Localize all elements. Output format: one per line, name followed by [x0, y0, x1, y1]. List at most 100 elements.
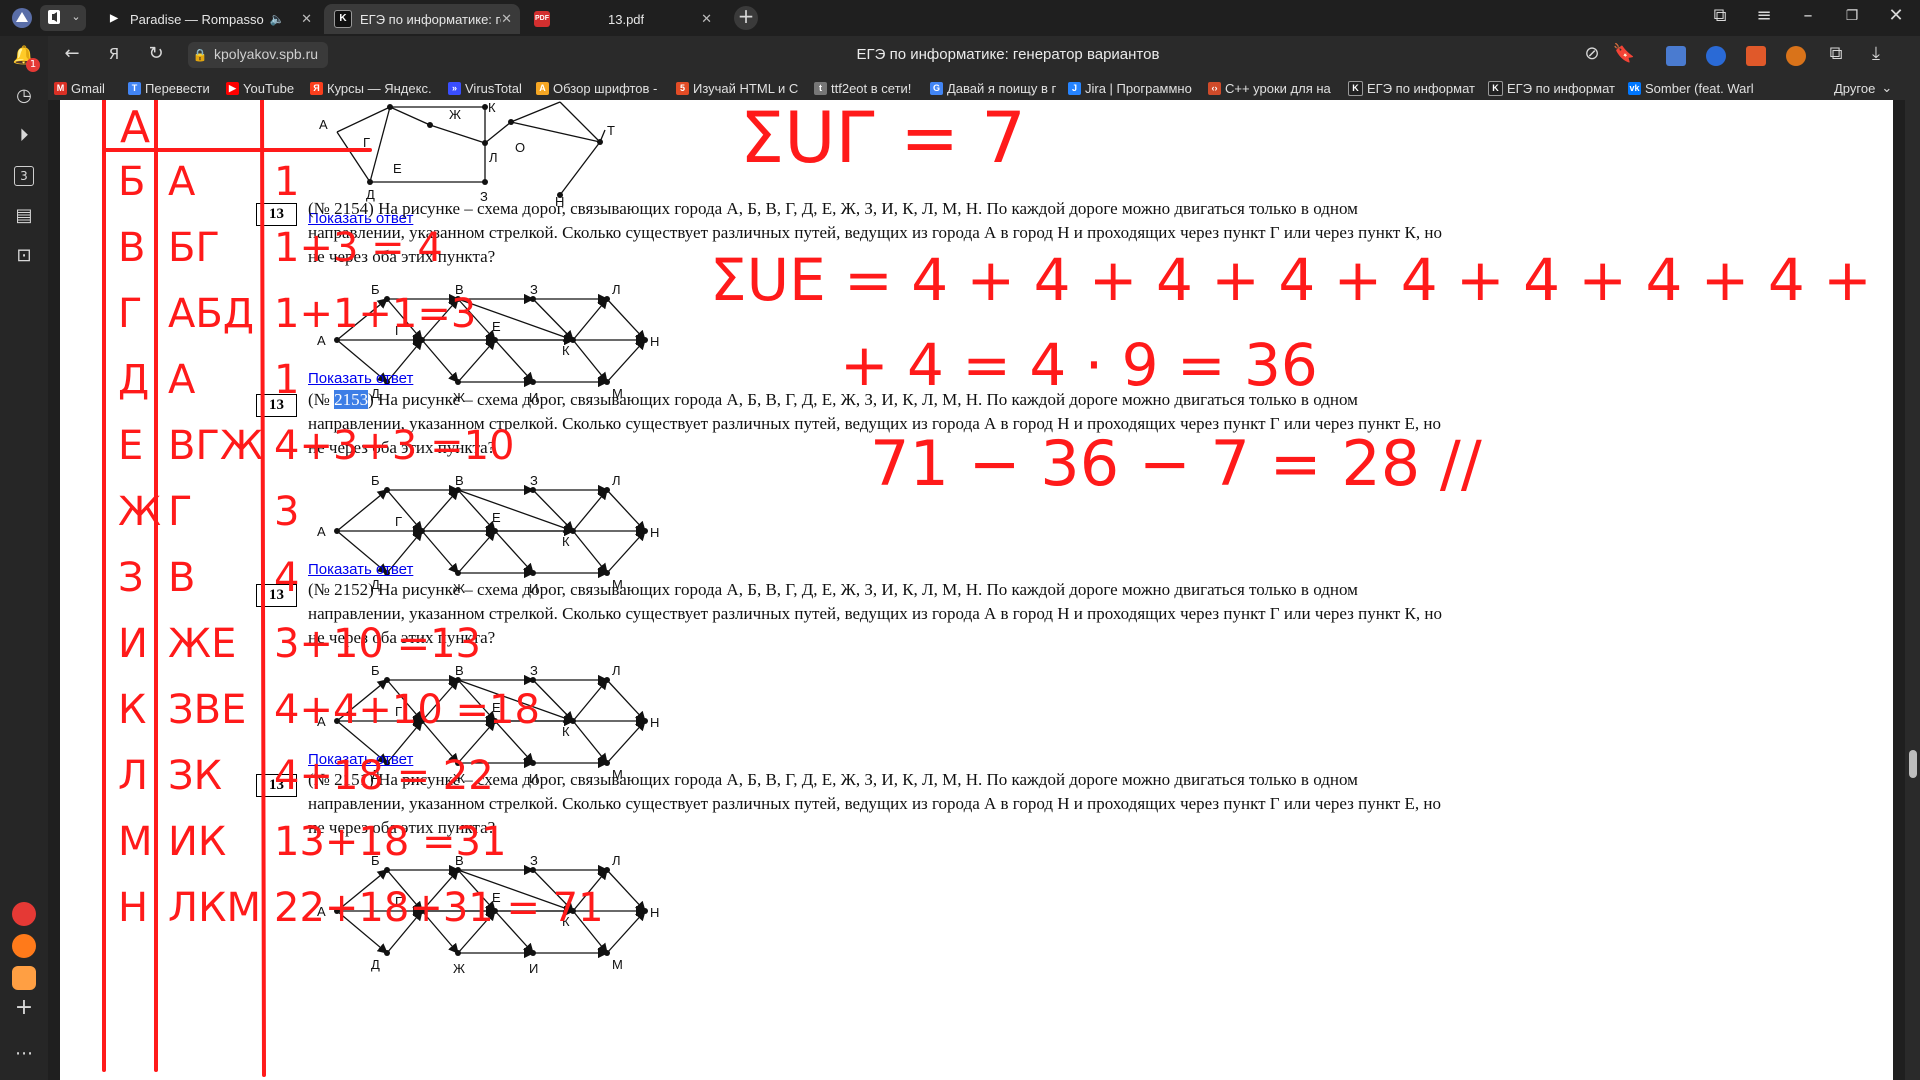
translate-icon[interactable]	[1666, 46, 1686, 66]
counter-icon[interactable]: 3	[14, 166, 34, 186]
ink-note: 71 − 36 − 7 = 28 //	[870, 427, 1482, 500]
screenshot-icon[interactable]: ⊡	[12, 246, 36, 270]
scrollbar[interactable]	[1905, 100, 1920, 1080]
ink-vertex: И	[118, 621, 148, 667]
speaker-icon[interactable]	[42, 7, 66, 31]
media-play-icon[interactable]: ⏵	[12, 126, 36, 150]
tab-audio-group[interactable]: ⌄	[40, 5, 86, 31]
ink-parents: ЗВЕ	[168, 687, 246, 733]
ink-vertex: Е	[118, 423, 143, 469]
back-arrow-icon[interactable]: ←	[60, 44, 84, 68]
ink-vertex: М	[118, 819, 153, 865]
ink-note: ΣUГ = 7	[740, 100, 1026, 179]
bookmark-somber[interactable]: vk Somber (feat. Warl	[1628, 78, 1754, 98]
tab-ege[interactable]: K ЕГЭ по информатике: ге ✕	[324, 4, 520, 34]
ink-parents: А	[168, 357, 196, 403]
history-clock-icon[interactable]: ◷	[12, 86, 36, 110]
k-favicon-icon: K	[1488, 80, 1503, 96]
ink-parents: ИК	[168, 819, 226, 865]
vk-icon: vk	[1628, 81, 1641, 95]
browser-logo-icon[interactable]	[10, 6, 34, 30]
tab-pdf[interactable]: PDF 13.pdf ✕	[524, 4, 720, 34]
window-close-icon[interactable]: ✕	[1884, 6, 1908, 30]
tab-title: ЕГЭ по информатике: ге	[360, 11, 502, 27]
k-favicon-icon: K	[334, 10, 352, 28]
app-icon-1[interactable]	[12, 902, 36, 926]
vk-icon[interactable]	[1706, 46, 1726, 66]
bookmark-html[interactable]: 5 Изучай HTML и С	[676, 78, 798, 98]
translate-icon: T	[128, 81, 141, 95]
yandex-icon[interactable]: Я	[102, 44, 126, 68]
bookmark-translate[interactable]: T Перевести	[128, 78, 210, 98]
tab-title: Paradise — Rompasso	[130, 11, 264, 27]
ink-count: 3+10 =13	[274, 621, 481, 667]
gmail-icon: M	[54, 81, 67, 95]
restore-icon[interactable]: ❐	[1840, 6, 1864, 30]
add-panel-plus-icon[interactable]: +	[12, 997, 36, 1022]
ink-count: 13+18 =31	[274, 819, 506, 865]
menu-hamburger-icon[interactable]: ≡	[1752, 6, 1776, 30]
ink-parents: ЛКМ	[168, 885, 261, 931]
page-content: А Г Е Ж К Л О Т Д З Н Показать ответ 13(…	[60, 100, 1893, 1080]
bookmark-virustotal[interactable]: » VirusTotal	[448, 78, 522, 98]
bookmark-fonts[interactable]: A Обзор шрифтов -	[536, 78, 657, 98]
bookmarks-other[interactable]: Другое ⌄	[1834, 78, 1892, 98]
bookmark-ege-1[interactable]: K ЕГЭ по информат	[1348, 78, 1475, 98]
minimize-icon[interactable]: –	[1796, 6, 1820, 30]
address-bar: ← Я ↻ 🔒 kpolyakov.spb.ru ЕГЭ по информат…	[48, 36, 1920, 76]
bookmark-ege-2[interactable]: K ЕГЭ по информат	[1488, 78, 1615, 98]
ink-vertex: К	[118, 687, 146, 733]
extension-icon[interactable]	[1746, 46, 1766, 66]
bookmark-youtube[interactable]: ▶ YouTube	[226, 78, 294, 98]
app-icon-3[interactable]	[12, 966, 36, 990]
ink-vertex: Л	[118, 753, 148, 799]
ink-count: 4+4+10 =18	[274, 687, 540, 733]
k-favicon-icon: K	[1348, 80, 1363, 96]
bookmark-icon[interactable]: 🔖	[1612, 44, 1636, 68]
close-icon[interactable]: ✕	[501, 11, 512, 27]
virustotal-icon: »	[448, 81, 461, 95]
close-icon[interactable]: ✕	[701, 11, 712, 27]
ink-vertex: Н	[118, 885, 148, 931]
ink-vertex: Г	[118, 291, 142, 337]
bookmark-jira[interactable]: J Jira | Программно	[1068, 78, 1192, 98]
bookmark-cpp[interactable]: ‹› C++ уроки для на	[1208, 78, 1331, 98]
scroll-thumb[interactable]	[1909, 750, 1917, 778]
ink-parents: В	[168, 555, 195, 601]
yandex-icon: Я	[310, 81, 323, 95]
ink-header: А	[120, 102, 150, 153]
url-box[interactable]: 🔒 kpolyakov.spb.ru	[188, 42, 328, 68]
ink-parents: БГ	[168, 225, 220, 271]
url-text[interactable]: kpolyakov.spb.ru	[214, 46, 318, 62]
ink-note: ΣUE = 4 + 4 + 4 + 4 + 4 + 4 + 4 + 4 +	[710, 246, 1872, 314]
close-icon[interactable]: ✕	[301, 11, 312, 27]
chevron-down-icon[interactable]: ⌄	[64, 7, 88, 31]
lock-icon: 🔒	[192, 48, 208, 62]
audio-icon[interactable]: 🔈	[270, 12, 285, 26]
reload-icon[interactable]: ↻	[144, 44, 168, 68]
ink-count: 4+18 = 22	[274, 753, 494, 799]
google-icon: G	[930, 81, 943, 95]
tab-manager-icon[interactable]: ⧉	[1708, 6, 1732, 30]
new-tab-plus-icon[interactable]: +	[734, 6, 758, 30]
basketball-icon[interactable]	[1786, 46, 1806, 66]
bookmark-google[interactable]: G Давай я поищу в г	[930, 78, 1056, 98]
ink-count: 1+1+1=3	[274, 291, 476, 337]
tab-paradise[interactable]: ▶ Paradise — Rompasso 🔈 ✕	[96, 4, 320, 34]
notes-icon[interactable]: ▤	[12, 206, 36, 230]
fonts-icon: A	[536, 81, 549, 95]
app-icon-2[interactable]	[12, 934, 36, 958]
ink-table-vline-3	[260, 100, 266, 1077]
extensions-puzzle-icon[interactable]: ⧉	[1824, 44, 1848, 68]
notification-badge: 1	[26, 58, 40, 72]
bookmark-gmail[interactable]: M Gmail	[54, 78, 105, 98]
ink-vertex: Д	[118, 357, 149, 403]
html-icon: 5	[676, 81, 689, 95]
page-title: ЕГЭ по информатике: генератор вариантов	[856, 46, 1160, 63]
bookmark-ttf2eot[interactable]: t ttf2eot в сети!	[814, 78, 911, 98]
download-icon[interactable]: ⤓	[1864, 44, 1888, 68]
tracker-block-icon[interactable]: ⊘	[1580, 44, 1604, 68]
tab-title: 13.pdf	[608, 11, 645, 27]
more-dots-icon[interactable]: ⋯	[12, 1044, 36, 1068]
play-icon: ▶	[110, 13, 118, 24]
